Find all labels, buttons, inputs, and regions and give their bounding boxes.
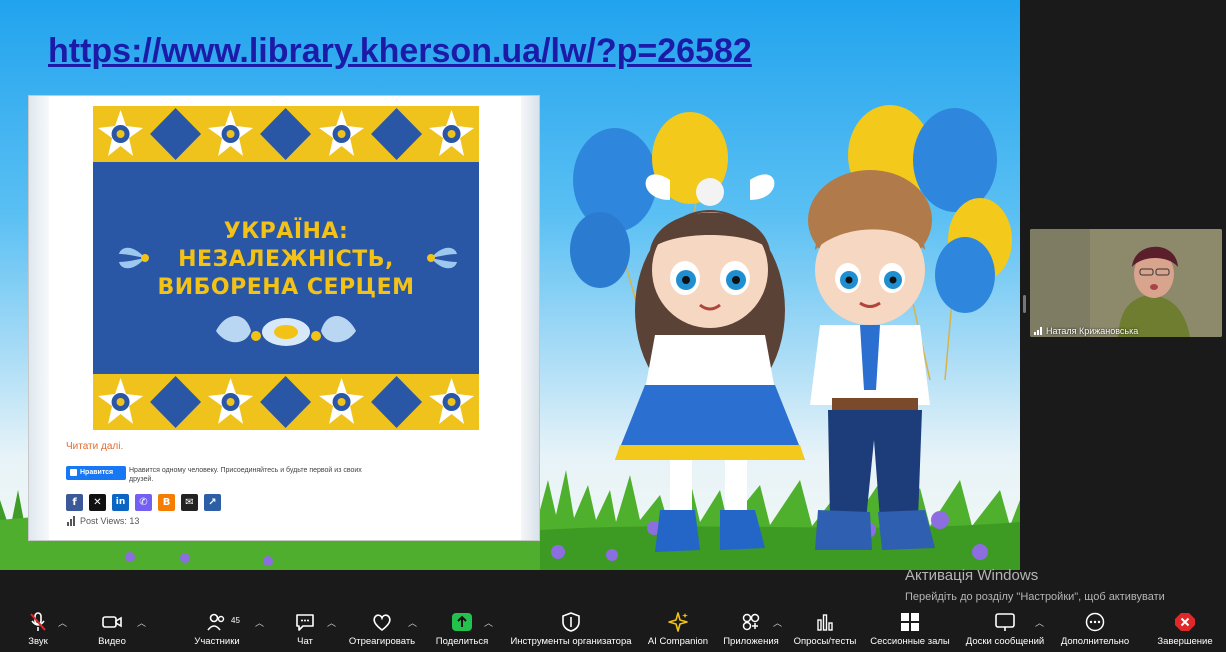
independence-poster: УКРАЇНА: НЕЗАЛЕЖНІСТЬ, ВИБОРЕНА СЕРЦЕМ: [93, 106, 479, 430]
video-camera-icon: [102, 616, 122, 628]
bar-chart-icon: [67, 516, 75, 526]
x-icon[interactable]: ✕: [89, 494, 106, 511]
blogger-icon[interactable]: B: [158, 494, 175, 511]
poster-ornament-bottom: [93, 374, 479, 430]
facebook-like-text: Нравится одному человеку. Присоединяйтес…: [129, 467, 362, 483]
post-views: Post Views: 13: [67, 516, 139, 526]
video-options-caret[interactable]: ︿: [137, 616, 146, 629]
ai-companion-label: AI Companion: [647, 636, 709, 647]
react-button[interactable]: Отреагировать: [345, 606, 419, 652]
read-more-link[interactable]: Читати далі.: [66, 441, 123, 452]
muted-mic-icon: [30, 612, 46, 631]
facebook-like-button[interactable]: Нравится: [66, 466, 126, 480]
chat-button[interactable]: Чат: [290, 606, 320, 652]
share-options-caret[interactable]: ︿: [484, 616, 493, 629]
participant-name: Наталя Крижановська: [1046, 326, 1139, 336]
chat-options-caret[interactable]: ︿: [327, 616, 336, 629]
share-screen-icon: [452, 613, 472, 631]
participants-icon: [207, 613, 225, 631]
flower-ornament-right: [427, 247, 457, 269]
participants-count: 45: [231, 616, 240, 625]
post-views-text: Post Views: 13: [80, 516, 140, 526]
participants-label: Участники: [194, 636, 240, 647]
linkedin-icon[interactable]: in: [112, 494, 129, 511]
share-screen-button[interactable]: Поделиться: [432, 606, 492, 652]
whiteboards-label: Доски сообщений: [965, 636, 1045, 647]
flower-ornament-bottom: [216, 316, 356, 346]
facebook-icon[interactable]: f: [66, 494, 83, 511]
audio-label: Звук: [28, 636, 48, 647]
polls-chart-icon: [817, 614, 833, 631]
share-label: Поделиться: [435, 636, 489, 647]
polls-button[interactable]: Опросы/тесты: [791, 606, 859, 652]
apps-button[interactable]: Приложения: [718, 606, 784, 652]
more-label: Дополнительно: [1060, 636, 1130, 647]
meeting-window: https://www.library.kherson.ua/lw/?p=265…: [0, 0, 1226, 652]
panel-resize-handle[interactable]: [1023, 295, 1026, 313]
apps-options-caret[interactable]: ︿: [773, 616, 782, 629]
chat-icon: [296, 614, 314, 631]
participant-name-label: Наталя Крижановська: [1034, 326, 1138, 336]
host-tools-label: Инструменты организатора: [510, 636, 632, 647]
children-illustration: [570, 105, 1012, 552]
chat-label: Чат: [297, 636, 313, 647]
participant-video-tile[interactable]: Наталя Крижановська: [1030, 229, 1222, 337]
more-icon: [1085, 612, 1105, 632]
whiteboards-button[interactable]: Доски сообщений: [960, 606, 1050, 652]
audio-button[interactable]: Звук: [20, 606, 56, 652]
polls-label: Опросы/тесты: [793, 636, 857, 647]
viber-icon[interactable]: ✆: [135, 494, 152, 511]
apps-icon: [742, 613, 760, 631]
participant-video-frame: [1030, 229, 1222, 337]
video-label: Видео: [98, 636, 126, 647]
more-button[interactable]: Дополнительно: [1056, 606, 1134, 652]
heart-icon: [373, 614, 391, 632]
end-label: Завершение: [1157, 636, 1213, 647]
audio-options-caret[interactable]: ︿: [58, 616, 67, 629]
signal-icon: [1034, 327, 1042, 335]
windows-activation-title: Активація Windows: [905, 567, 1039, 584]
host-tools-button[interactable]: Инструменты организатора: [505, 606, 637, 652]
breakout-label: Сессионные залы: [870, 636, 950, 647]
ai-companion-button[interactable]: AI Companion: [644, 606, 712, 652]
flower-ornament-left: [119, 247, 149, 269]
participants-options-caret[interactable]: ︿: [255, 616, 264, 629]
end-meeting-icon: [1175, 613, 1195, 631]
whiteboards-options-caret[interactable]: ︿: [1035, 616, 1044, 629]
video-button[interactable]: Видео: [92, 606, 132, 652]
shared-screen: https://www.library.kherson.ua/lw/?p=265…: [0, 0, 1020, 570]
react-label: Отреагировать: [348, 636, 416, 647]
react-options-caret[interactable]: ︿: [408, 616, 417, 629]
end-meeting-button[interactable]: Завершение: [1152, 606, 1218, 652]
meeting-toolbar: Звук ︿ Видео ︿ Участники 45 ︿ Чат ︿ Отре…: [0, 606, 1226, 652]
breakout-rooms-button[interactable]: Сессионные залы: [866, 606, 954, 652]
library-url-link[interactable]: https://www.library.kherson.ua/lw/?p=265…: [48, 32, 752, 71]
breakout-rooms-icon: [901, 613, 919, 631]
email-icon[interactable]: ✉: [181, 494, 198, 511]
participants-button[interactable]: Участники: [188, 606, 246, 652]
webpage-preview-card: УКРАЇНА: НЕЗАЛЕЖНІСТЬ, ВИБОРЕНА СЕРЦЕМ Ч…: [28, 95, 540, 541]
share-icon[interactable]: ↗: [204, 494, 221, 511]
share-buttons: f ✕ in ✆ B ✉ ↗: [66, 494, 221, 511]
whiteboard-icon: [995, 613, 1015, 631]
shield-icon: [562, 612, 580, 632]
apps-label: Приложения: [723, 636, 779, 647]
sparkle-icon: [668, 612, 688, 632]
poster-ornament-top: [93, 106, 479, 162]
